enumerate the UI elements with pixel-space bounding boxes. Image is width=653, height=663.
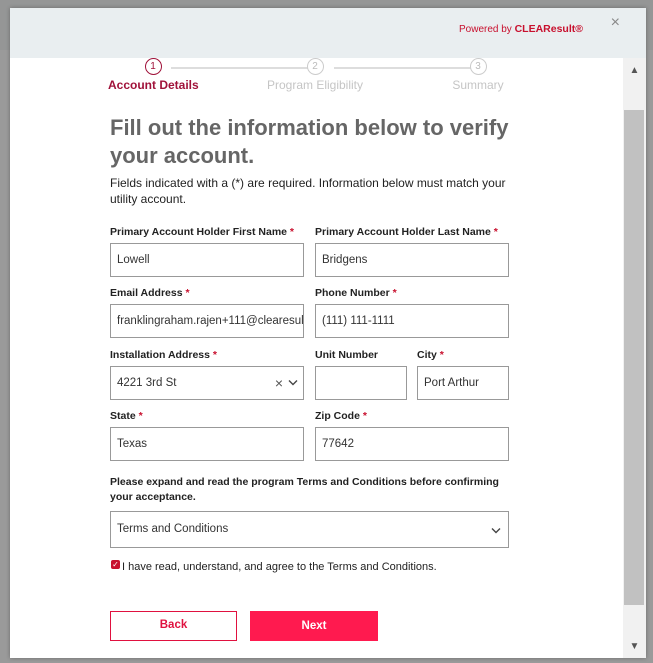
unit-input[interactable] <box>315 366 407 400</box>
agree-label: I have read, understand, and agree to th… <box>122 561 437 573</box>
scroll-down-arrow-icon[interactable]: ▼ <box>623 638 646 656</box>
progress-stepper: 1 Account Details 2 Program Eligibility … <box>108 58 518 98</box>
next-button[interactable]: Next <box>250 611 378 641</box>
powered-by: Powered by CLEAResult® <box>459 23 583 35</box>
step-summary: 3 Summary <box>443 58 513 92</box>
agree-checkbox[interactable]: ✓ <box>111 560 120 569</box>
address-value: 4221 3rd St <box>117 377 177 389</box>
unit-label: Unit Number <box>315 349 378 361</box>
scroll-up-arrow-icon[interactable]: ▲ <box>623 62 646 80</box>
first-name-label: Primary Account Holder First Name * <box>110 226 295 238</box>
chevron-down-icon[interactable] <box>491 527 501 535</box>
address-label: Installation Address * <box>110 349 217 361</box>
zip-label: Zip Code * <box>315 410 367 422</box>
terms-instructions: Please expand and read the program Terms… <box>110 476 499 503</box>
state-label: State * <box>110 410 143 422</box>
step-label: Summary <box>452 78 504 92</box>
address-input[interactable]: 4221 3rd St × <box>110 366 304 400</box>
email-label: Email Address * <box>110 287 190 299</box>
chevron-down-icon[interactable] <box>288 379 298 387</box>
terms-dropdown-label: Terms and Conditions <box>117 523 229 535</box>
step-account-details: 1 Account Details <box>108 58 199 92</box>
terms-dropdown[interactable]: Terms and Conditions <box>110 511 509 548</box>
intro-text: Fields indicated with a (*) are required… <box>110 176 506 206</box>
step-label: Account Details <box>108 78 199 92</box>
modal-header: Powered by CLEAResult® × <box>10 8 646 58</box>
step-number: 3 <box>469 58 487 75</box>
scrollbar[interactable]: ▲ ▼ <box>623 58 646 658</box>
last-name-input[interactable]: Bridgens <box>315 243 509 277</box>
powered-prefix: Powered by <box>458 24 515 35</box>
phone-input[interactable]: (111) 111-1111 <box>315 304 509 338</box>
scrollbar-thumb[interactable] <box>624 110 644 605</box>
phone-label: Phone Number * <box>315 287 397 299</box>
zip-input[interactable]: 77642 <box>315 427 509 461</box>
first-name-input[interactable]: Lowell <box>110 243 304 277</box>
step-number: 1 <box>144 58 162 75</box>
last-name-label: Primary Account Holder Last Name * <box>315 226 498 238</box>
back-button[interactable]: Back <box>110 611 237 641</box>
clear-icon[interactable]: × <box>275 367 283 399</box>
verify-account-modal: Powered by CLEAResult® × ▲ ▼ 1 Account D… <box>10 8 646 658</box>
step-number: 2 <box>306 58 324 75</box>
close-icon[interactable]: × <box>611 14 620 32</box>
city-input[interactable]: Port Arthur <box>417 366 509 400</box>
state-input[interactable]: Texas <box>110 427 304 461</box>
step-program-eligibility: 2 Program Eligibility <box>260 58 370 92</box>
email-input[interactable]: franklingraham.rajen+111@clearesul <box>110 304 304 338</box>
city-label: City * <box>417 349 444 361</box>
brand-name: CLEAResult® <box>514 23 583 35</box>
step-label: Program Eligibility <box>266 78 364 92</box>
page-title: Fill out the information below to verify… <box>110 115 509 168</box>
